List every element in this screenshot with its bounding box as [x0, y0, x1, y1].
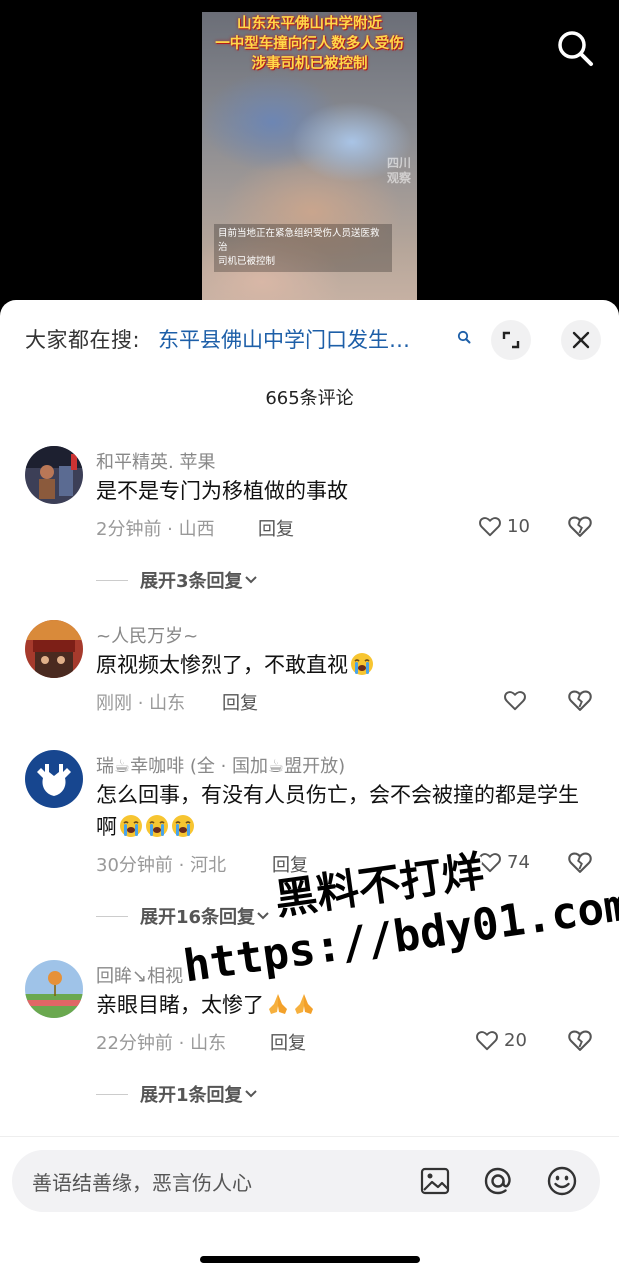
dislike-button[interactable] — [566, 1026, 594, 1054]
expand-replies[interactable]: 展开1条回复 — [96, 1082, 259, 1106]
dislike-button[interactable] — [566, 686, 594, 714]
hot-search-query[interactable]: 东平县佛山中学门口发生… — [158, 324, 454, 354]
search-button[interactable] — [553, 26, 597, 70]
avatar[interactable] — [25, 750, 83, 808]
loudly-crying-face-icon — [120, 815, 142, 837]
reply-button[interactable]: 回复 — [272, 851, 308, 877]
comment-time-location: 30分钟前 · 河北 — [96, 855, 227, 876]
video-caption: 目前当地正在紧急组织受伤人员送医救治 司机已被控制 — [214, 224, 392, 272]
like-count: 20 — [504, 1029, 527, 1051]
video-thumbnail[interactable]: 山东东平佛山中学附近 一中型车撞向行人数多人受伤 涉事司机已被控制 四川观察 目… — [202, 12, 417, 310]
like-button[interactable]: 20 — [474, 1026, 527, 1054]
loudly-crying-face-icon — [351, 653, 373, 675]
avatar[interactable] — [25, 960, 83, 1018]
like-count: 74 — [507, 851, 530, 873]
comment-input[interactable]: 善语结善缘，恶言伤人心 — [12, 1150, 600, 1212]
comment-text: 是不是专门为移植做的事故 — [96, 479, 348, 503]
home-indicator[interactable] — [200, 1256, 420, 1263]
dislike-button[interactable] — [566, 512, 594, 540]
at-icon[interactable] — [480, 1163, 516, 1199]
expand-replies[interactable]: 展开16条回复 — [96, 904, 271, 928]
expand-icon — [502, 331, 520, 349]
comment-text: 原视频太惨烈了，不敢直视 — [96, 649, 596, 681]
avatar-image — [25, 750, 83, 808]
broken-heart-icon — [568, 1030, 592, 1051]
loudly-crying-face-icon — [146, 815, 168, 837]
expand-replies[interactable]: 展开3条回复 — [96, 568, 259, 592]
close-icon — [572, 331, 590, 349]
like-count: 10 — [507, 515, 530, 537]
comment-author[interactable]: ~人民万岁~ — [96, 622, 198, 648]
comment-author[interactable]: 和平精英. 苹果 — [96, 448, 215, 474]
close-button[interactable] — [561, 320, 601, 360]
comment-time-location: 刚刚 · 山东 — [96, 693, 186, 714]
video-player[interactable]: 山东东平佛山中学附近 一中型车撞向行人数多人受伤 涉事司机已被控制 四川观察 目… — [0, 0, 619, 310]
divider — [96, 1093, 128, 1095]
hot-search-bar[interactable]: 大家都在搜: 东平县佛山中学门口发生… — [0, 300, 619, 380]
broken-heart-icon — [568, 852, 592, 873]
comment-count: 665条评论 — [265, 388, 354, 409]
expand-replies-label: 展开16条回复 — [140, 907, 256, 928]
loudly-crying-face-icon — [172, 815, 194, 837]
heart-outline-icon — [479, 517, 501, 537]
comment-author[interactable]: 回眸↘相视 — [96, 962, 183, 988]
video-headline: 山东东平佛山中学附近 一中型车撞向行人数多人受伤 涉事司机已被控制 — [215, 15, 404, 72]
hot-search-prefix: 大家都在搜: — [25, 328, 141, 352]
expand-replies-label: 展开3条回复 — [140, 571, 243, 592]
search-icon — [457, 330, 471, 344]
avatar-image — [25, 960, 83, 1018]
search-icon — [558, 31, 593, 66]
comment-time-location: 2分钟前 · 山西 — [96, 519, 215, 540]
comment-time-location: 22分钟前 · 山东 — [96, 1033, 227, 1054]
broken-heart-icon — [568, 690, 592, 711]
video-watermark: 四川观察 — [386, 156, 411, 185]
chevron-down-icon — [244, 1090, 257, 1098]
divider — [0, 1136, 619, 1137]
chevron-down-icon — [244, 576, 257, 584]
avatar-image — [25, 446, 83, 504]
broken-heart-icon — [568, 516, 592, 537]
divider — [96, 579, 128, 581]
comment-author[interactable]: 瑞☕幸咖啡 (全 · 国加☕盟开放) — [96, 752, 345, 778]
reply-button[interactable]: 回复 — [270, 1029, 306, 1055]
expand-replies-label: 展开1条回复 — [140, 1085, 243, 1106]
reply-button[interactable]: 回复 — [222, 689, 258, 715]
like-button[interactable] — [502, 686, 528, 714]
comments-sheet: 大家都在搜: 东平县佛山中学门口发生… 665条评论 和平精英. 苹果 是不是专… — [0, 300, 619, 1280]
heart-outline-icon — [479, 853, 501, 873]
divider — [96, 915, 128, 917]
like-button[interactable]: 10 — [477, 512, 530, 540]
fullscreen-button[interactable] — [491, 320, 531, 360]
folded-hands-icon — [295, 994, 313, 1014]
folded-hands-icon — [269, 994, 287, 1014]
reply-button[interactable]: 回复 — [258, 515, 294, 541]
avatar[interactable] — [25, 446, 83, 504]
comment-text: 亲眼目睹，太惨了 — [96, 989, 596, 1021]
heart-outline-icon — [504, 691, 526, 711]
avatar[interactable] — [25, 620, 83, 678]
image-icon[interactable] — [417, 1163, 453, 1199]
dislike-button[interactable] — [566, 848, 594, 876]
like-button[interactable]: 74 — [477, 848, 530, 876]
avatar-image — [25, 620, 83, 678]
heart-outline-icon — [476, 1031, 498, 1051]
smiley-icon[interactable] — [544, 1163, 580, 1199]
comment-input-placeholder: 善语结善缘，恶言伤人心 — [32, 1171, 252, 1195]
chevron-down-icon — [257, 912, 269, 920]
comment-text: 怎么回事，有没有人员伤亡，会不会被撞的都是学生啊 — [96, 783, 579, 839]
